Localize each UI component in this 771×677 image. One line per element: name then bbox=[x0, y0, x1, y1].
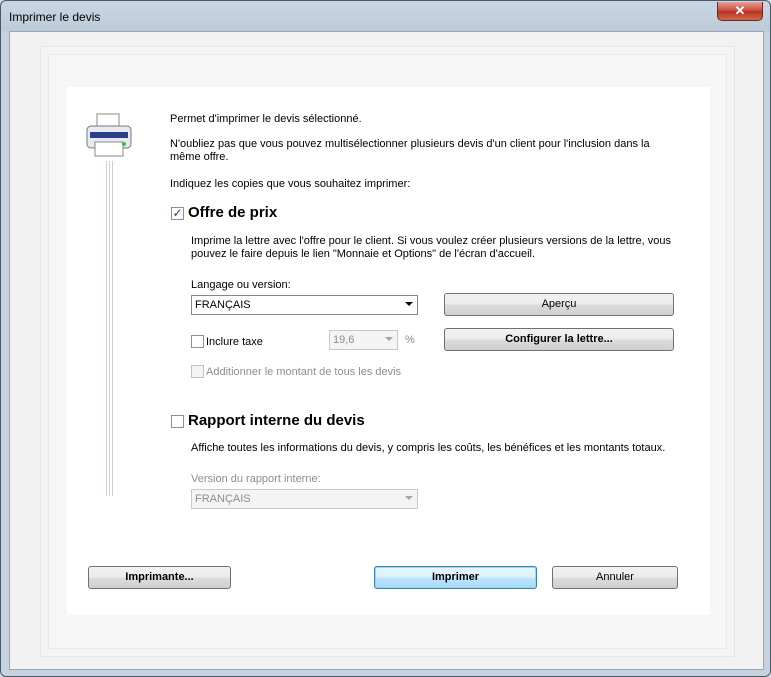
offre-desc-1: Imprime la lettre avec l'offre pour le c… bbox=[191, 235, 671, 247]
percent-sign: % bbox=[405, 334, 415, 346]
additionner-label: Additionner le montant de tous les devis bbox=[206, 366, 402, 378]
tax-rate-value: 19,6 bbox=[333, 334, 355, 346]
intro-line-2a: N'oubliez pas que vous pouvez multisélec… bbox=[170, 138, 650, 150]
chevron-down-icon bbox=[385, 337, 393, 341]
close-button[interactable]: ✕ bbox=[717, 2, 763, 21]
intro-line-2b: même offre. bbox=[170, 151, 229, 163]
checkmark-icon: ✓ bbox=[172, 206, 183, 220]
annuler-button[interactable]: Annuler bbox=[552, 566, 678, 589]
title-bar[interactable]: Imprimer le devis ✕ bbox=[1, 1, 770, 31]
dialog-window: Imprimer le devis ✕ Permet d'imprimer le… bbox=[0, 0, 771, 677]
window-title: Imprimer le devis bbox=[9, 10, 101, 24]
chevron-down-icon bbox=[405, 302, 413, 306]
printer-icon bbox=[86, 113, 132, 157]
language-select[interactable]: FRANÇAIS bbox=[191, 295, 418, 315]
inclure-taxe-checkbox[interactable] bbox=[191, 335, 204, 348]
version-rapport-select[interactable]: FRANÇAIS bbox=[191, 489, 418, 509]
intro-line-3: Indiquez les copies que vous souhaitez i… bbox=[170, 178, 411, 190]
apercu-button[interactable]: Aperçu bbox=[444, 293, 674, 316]
language-label: Langage ou version: bbox=[191, 279, 291, 291]
configurer-lettre-button[interactable]: Configurer la lettre... bbox=[444, 328, 674, 351]
rapport-interne-checkbox[interactable] bbox=[171, 415, 184, 428]
offre-de-prix-title: Offre de prix bbox=[188, 204, 278, 221]
version-rapport-value: FRANÇAIS bbox=[195, 493, 251, 505]
chevron-down-icon bbox=[405, 496, 413, 500]
tax-rate-select[interactable]: 19,6 bbox=[329, 330, 398, 350]
version-rapport-label: Version du rapport interne: bbox=[191, 473, 321, 485]
inclure-taxe-label: Inclure taxe bbox=[206, 336, 263, 348]
imprimante-button[interactable]: Imprimante... bbox=[88, 566, 231, 589]
close-icon: ✕ bbox=[734, 3, 746, 18]
intro-line-1: Permet d'imprimer le devis sélectionné. bbox=[170, 113, 362, 125]
rapport-interne-title: Rapport interne du devis bbox=[188, 412, 365, 429]
rapport-desc: Affiche toutes les informations du devis… bbox=[191, 442, 666, 454]
imprimer-button[interactable]: Imprimer bbox=[374, 566, 537, 589]
additionner-checkbox[interactable] bbox=[191, 365, 204, 378]
offre-de-prix-checkbox[interactable]: ✓ bbox=[171, 207, 184, 220]
content-panel bbox=[67, 87, 710, 615]
language-select-value: FRANÇAIS bbox=[195, 299, 251, 311]
offre-desc-2: pouvez le faire depuis le lien "Monnaie … bbox=[191, 248, 536, 260]
